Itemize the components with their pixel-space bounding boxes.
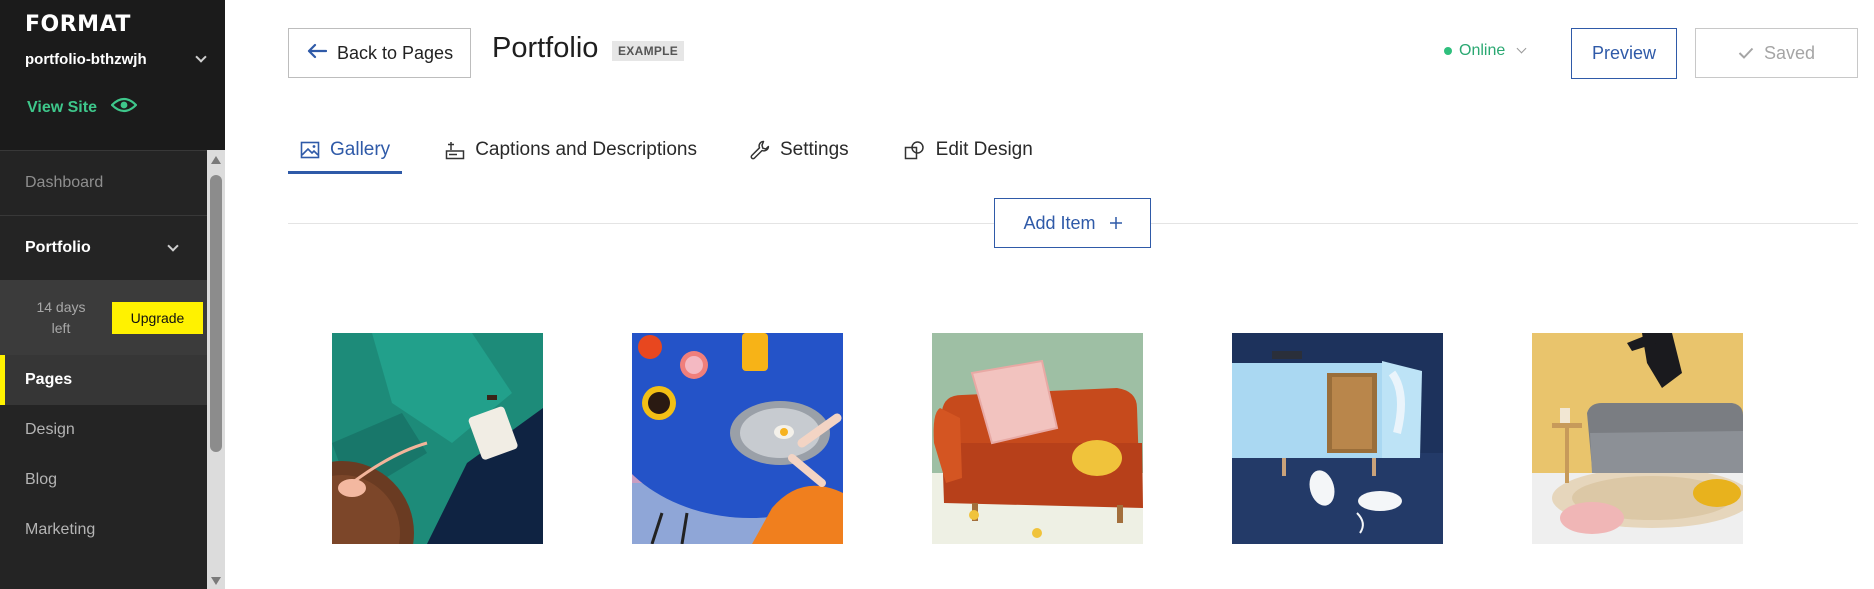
sidebar-item-label: Pages	[25, 371, 73, 388]
view-site-link[interactable]: View Site	[27, 97, 138, 118]
saved-label: Saved	[1763, 42, 1816, 63]
back-to-pages-button[interactable]: Back to Pages	[288, 28, 471, 78]
gallery-image-grey-sofa[interactable]	[1532, 333, 1743, 544]
check-icon	[1738, 43, 1754, 64]
example-badge: EXAMPLE	[612, 41, 685, 61]
trial-days-left: 14 days left	[36, 298, 86, 336]
sidebar-item-portfolio[interactable]: Portfolio	[0, 215, 207, 280]
chevron-down-icon	[167, 240, 179, 252]
site-name: portfolio-bthzwjh	[25, 50, 147, 68]
format-logo: FORMAT	[25, 12, 131, 37]
scroll-down-arrow-icon[interactable]	[211, 577, 221, 585]
trial-banner: 14 days left Upgrade	[0, 280, 207, 355]
sidebar-nav: Dashboard Portfolio 14 days left Upgrade…	[0, 150, 207, 555]
chevron-down-icon	[195, 51, 207, 63]
gallery-image-teal-sofa[interactable]	[332, 333, 543, 544]
image-icon	[300, 139, 320, 166]
sidebar-scrollbar[interactable]	[207, 150, 225, 589]
sidebar-item-design[interactable]: Design	[0, 405, 207, 455]
tab-label: Gallery	[330, 139, 391, 160]
eye-icon	[110, 97, 138, 118]
sidebar-item-pages[interactable]: Pages	[0, 355, 207, 405]
arrow-left-icon	[307, 43, 328, 64]
tab-label: Edit Design	[935, 139, 1033, 160]
gallery-image-orange-sofa[interactable]	[932, 333, 1143, 544]
chevron-down-icon	[1516, 43, 1527, 54]
tab-settings[interactable]: Settings	[750, 130, 849, 174]
saved-button[interactable]: Saved	[1695, 28, 1858, 78]
scroll-up-arrow-icon[interactable]	[211, 156, 221, 164]
sidebar-item-label: Portfolio	[25, 239, 91, 256]
tab-edit-design[interactable]: Edit Design	[904, 130, 1033, 174]
sidebar-item-label: Marketing	[25, 521, 96, 538]
gallery-image-blue-table[interactable]	[632, 333, 843, 544]
sidebar: FORMAT portfolio-bthzwjh View Site Dashb…	[0, 0, 225, 589]
plus-icon	[1109, 213, 1122, 234]
back-to-pages-label: Back to Pages	[337, 42, 454, 63]
sidebar-item-blog[interactable]: Blog	[0, 455, 207, 505]
sidebar-header: FORMAT portfolio-bthzwjh View Site	[0, 0, 225, 150]
add-item-label: Add Item	[1023, 212, 1096, 233]
sidebar-item-dashboard[interactable]: Dashboard	[0, 150, 207, 215]
view-site-label: View Site	[27, 98, 97, 116]
page-tabs: Gallery Captions and Descriptions Settin…	[288, 130, 1033, 174]
preview-button[interactable]: Preview	[1571, 28, 1677, 79]
tab-gallery[interactable]: Gallery	[288, 130, 403, 174]
status-label: Online	[1459, 42, 1506, 59]
upgrade-button[interactable]: Upgrade	[112, 301, 203, 334]
app-window: FORMAT portfolio-bthzwjh View Site Dashb…	[0, 0, 1874, 589]
page-title: Portfolio	[492, 32, 599, 64]
online-status-dropdown[interactable]: Online	[1444, 42, 1527, 60]
tab-label: Settings	[779, 139, 849, 160]
gallery-image-blue-cabinet[interactable]	[1232, 333, 1443, 544]
sidebar-item-marketing[interactable]: Marketing	[0, 505, 207, 555]
captions-icon	[445, 139, 465, 166]
tab-captions-and-descriptions[interactable]: Captions and Descriptions	[445, 130, 697, 174]
sidebar-item-label: Blog	[25, 471, 58, 488]
design-shapes-icon	[904, 139, 926, 166]
sidebar-item-label: Design	[25, 421, 75, 438]
tab-label: Captions and Descriptions	[475, 139, 697, 160]
site-selector[interactable]: portfolio-bthzwjh	[25, 48, 207, 70]
status-dot-icon	[1444, 47, 1452, 55]
scrollbar-thumb[interactable]	[210, 175, 222, 452]
sidebar-item-label: Dashboard	[25, 174, 104, 191]
wrench-icon	[750, 139, 770, 166]
add-item-button[interactable]: Add Item	[994, 198, 1151, 248]
